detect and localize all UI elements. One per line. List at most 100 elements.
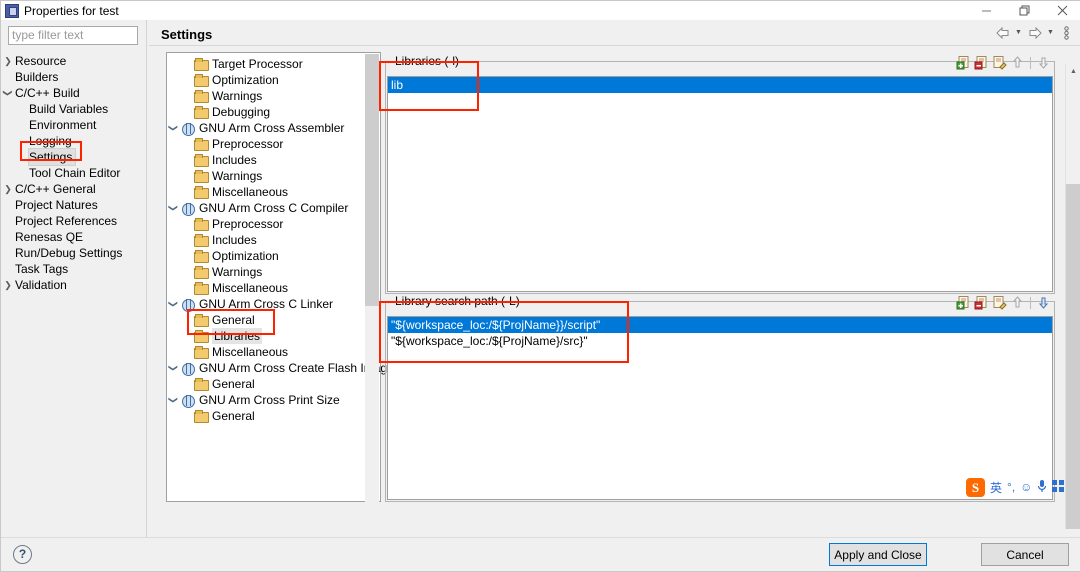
sogou-logo-icon[interactable]: S bbox=[966, 477, 985, 497]
delete-icon[interactable] bbox=[974, 295, 989, 310]
tool-tree-item-preprocessor[interactable]: Preprocessor bbox=[167, 216, 365, 232]
tool-tree-item-label: Target Processor bbox=[212, 57, 303, 71]
back-arrow-icon[interactable] bbox=[994, 24, 1011, 41]
sidebar-item-project-references[interactable]: Project References bbox=[1, 213, 146, 229]
tool-tree-item-label: Libraries bbox=[212, 328, 263, 344]
chevron-right-icon[interactable]: ❯ bbox=[1, 181, 15, 197]
sidebar-item-label: Environment bbox=[29, 118, 97, 132]
edit-icon[interactable] bbox=[992, 295, 1007, 310]
tool-tree-item-miscellaneous[interactable]: Miscellaneous bbox=[167, 184, 365, 200]
tool-tree-item-includes[interactable]: Includes bbox=[167, 232, 365, 248]
scroll-up-arrow-icon[interactable]: ▲ bbox=[1066, 64, 1080, 78]
minimize-button[interactable] bbox=[967, 1, 1005, 20]
tool-tree-item-label: Warnings bbox=[212, 169, 263, 183]
back-chevron-down-icon[interactable]: ▼ bbox=[1013, 29, 1024, 36]
sidebar-item-task-tags[interactable]: Task Tags bbox=[1, 261, 146, 277]
edit-icon[interactable] bbox=[992, 55, 1007, 70]
sidebar-item-environment[interactable]: Environment bbox=[1, 117, 146, 133]
tool-tree-item-general[interactable]: General bbox=[167, 376, 365, 392]
chevron-down-icon[interactable]: ❯ bbox=[0, 86, 16, 100]
move-up-icon[interactable] bbox=[1010, 55, 1025, 70]
forward-chevron-down-icon[interactable]: ▼ bbox=[1045, 29, 1056, 36]
dialog-scrollbar-thumb[interactable] bbox=[1066, 184, 1080, 529]
cancel-button[interactable]: Cancel bbox=[981, 543, 1069, 566]
ime-mode-label[interactable]: 英 bbox=[990, 479, 1002, 496]
ime-mic-icon[interactable] bbox=[1037, 479, 1047, 496]
ime-keyboard-icon[interactable] bbox=[1052, 479, 1065, 495]
forward-arrow-icon[interactable] bbox=[1026, 24, 1043, 41]
tool-tree-item-gnu-arm-cross-assembler[interactable]: ❯ GNU Arm Cross Assembler bbox=[167, 120, 365, 136]
sidebar-item-c-c-general[interactable]: ❯ C/C++ General bbox=[1, 181, 146, 197]
libraries-list[interactable]: lib bbox=[387, 76, 1053, 292]
tool-tree-item-miscellaneous[interactable]: Miscellaneous bbox=[167, 280, 365, 296]
tool-tree-item-gnu-arm-cross-c-compiler[interactable]: ❯ GNU Arm Cross C Compiler bbox=[167, 200, 365, 216]
sidebar-item-logging[interactable]: Logging bbox=[1, 133, 146, 149]
tool-tree-item-preprocessor[interactable]: Preprocessor bbox=[167, 136, 365, 152]
delete-icon[interactable] bbox=[974, 55, 989, 70]
tool-icon bbox=[180, 201, 196, 216]
view-menu-vertical-dots-icon[interactable] bbox=[1058, 24, 1075, 41]
toolbar-separator bbox=[1030, 296, 1031, 309]
sidebar-item-label: Logging bbox=[29, 134, 72, 148]
close-button[interactable] bbox=[1043, 1, 1080, 20]
tool-tree-scrollbar[interactable] bbox=[365, 54, 379, 502]
sidebar-item-run-debug-settings[interactable]: Run/Debug Settings bbox=[1, 245, 146, 261]
sidebar-item-validation[interactable]: ❯ Validation bbox=[1, 277, 146, 293]
sidebar-item-c-c-build[interactable]: ❯ C/C++ Build bbox=[1, 85, 146, 101]
maximize-button[interactable] bbox=[1005, 1, 1043, 20]
folder-icon bbox=[193, 153, 209, 167]
folder-icon bbox=[193, 249, 209, 263]
tool-tree-item-miscellaneous[interactable]: Miscellaneous bbox=[167, 344, 365, 360]
tool-icon bbox=[180, 297, 196, 312]
library-search-path-list[interactable]: "${workspace_loc:/${ProjName}}/script" "$… bbox=[387, 316, 1053, 500]
properties-tree[interactable]: ❯ Resource Builders ❯ C/C++ Build Build Varia… bbox=[1, 53, 146, 523]
tool-tree-item-general[interactable]: General bbox=[167, 408, 365, 424]
sidebar-item-project-natures[interactable]: Project Natures bbox=[1, 197, 146, 213]
help-button[interactable]: ? bbox=[13, 545, 32, 564]
tool-tree-item-includes[interactable]: Includes bbox=[167, 152, 365, 168]
folder-icon bbox=[193, 265, 209, 279]
page-nav-toolbar: ▼ ▼ bbox=[994, 24, 1075, 41]
move-down-icon[interactable] bbox=[1036, 295, 1051, 310]
tool-tree-item-warnings[interactable]: Warnings bbox=[167, 264, 365, 280]
tool-settings-tree[interactable]: Target Processor Optimization Warnings Debu… bbox=[167, 56, 394, 424]
add-icon[interactable] bbox=[956, 55, 971, 70]
sidebar-item-resource[interactable]: ❯ Resource bbox=[1, 53, 146, 69]
tool-tree-item-general[interactable]: General bbox=[167, 312, 365, 328]
tool-tree-item-gnu-arm-cross-c-linker[interactable]: ❯ GNU Arm Cross C Linker bbox=[167, 296, 365, 312]
ime-emoji-icon[interactable]: ☺ bbox=[1020, 480, 1032, 494]
sidebar-item-renesas-qe[interactable]: Renesas QE bbox=[1, 229, 146, 245]
sidebar-item-tool-chain-editor[interactable]: Tool Chain Editor bbox=[1, 165, 146, 181]
sidebar-item-build-variables[interactable]: Build Variables bbox=[1, 101, 146, 117]
tool-tree-item-optimization[interactable]: Optimization bbox=[167, 72, 365, 88]
search-path-list-item[interactable]: "${workspace_loc:/${ProjName}}/script" bbox=[388, 317, 1052, 333]
filter-input[interactable]: type filter text bbox=[8, 26, 138, 45]
tool-tree-item-optimization[interactable]: Optimization bbox=[167, 248, 365, 264]
dialog-scrollbar[interactable]: ▲ bbox=[1065, 64, 1080, 529]
tool-tree-item-warnings[interactable]: Warnings bbox=[167, 88, 365, 104]
sidebar-item-builders[interactable]: Builders bbox=[1, 69, 146, 85]
tool-settings-tree-panel: Target Processor Optimization Warnings Debu… bbox=[166, 52, 394, 502]
tool-tree-item-gnu-arm-cross-create-flash-image[interactable]: ❯ GNU Arm Cross Create Flash Image bbox=[167, 360, 394, 376]
chevron-right-icon[interactable]: ❯ bbox=[1, 53, 15, 69]
library-list-item[interactable]: lib bbox=[388, 77, 1052, 93]
move-up-icon[interactable] bbox=[1010, 295, 1025, 310]
tool-tree-item-libraries[interactable]: Libraries bbox=[167, 328, 365, 344]
tool-tree-item-target-processor[interactable]: Target Processor bbox=[167, 56, 365, 72]
sidebar-item-label: Resource bbox=[15, 54, 67, 68]
tool-tree-item-label: Debugging bbox=[212, 105, 271, 119]
apply-and-close-button[interactable]: Apply and Close bbox=[829, 543, 927, 566]
sidebar-item-label: Builders bbox=[15, 70, 59, 84]
window-title: Properties for test bbox=[24, 3, 119, 18]
tool-tree-scrollbar-thumb[interactable] bbox=[365, 54, 379, 306]
add-icon[interactable] bbox=[956, 295, 971, 310]
tool-tree-item-gnu-arm-cross-print-size[interactable]: ❯ GNU Arm Cross Print Size bbox=[167, 392, 365, 408]
sidebar-item-settings[interactable]: Settings bbox=[1, 148, 146, 166]
search-path-list-item[interactable]: "${workspace_loc:/${ProjName}/src}" bbox=[388, 333, 1052, 349]
tool-tree-item-debugging[interactable]: Debugging bbox=[167, 104, 365, 120]
chevron-right-icon[interactable]: ❯ bbox=[1, 277, 15, 293]
properties-window-icon bbox=[5, 3, 19, 18]
move-down-icon[interactable] bbox=[1036, 55, 1051, 70]
tool-tree-item-warnings[interactable]: Warnings bbox=[167, 168, 365, 184]
ime-punctuation-icon[interactable]: °, bbox=[1007, 480, 1015, 494]
